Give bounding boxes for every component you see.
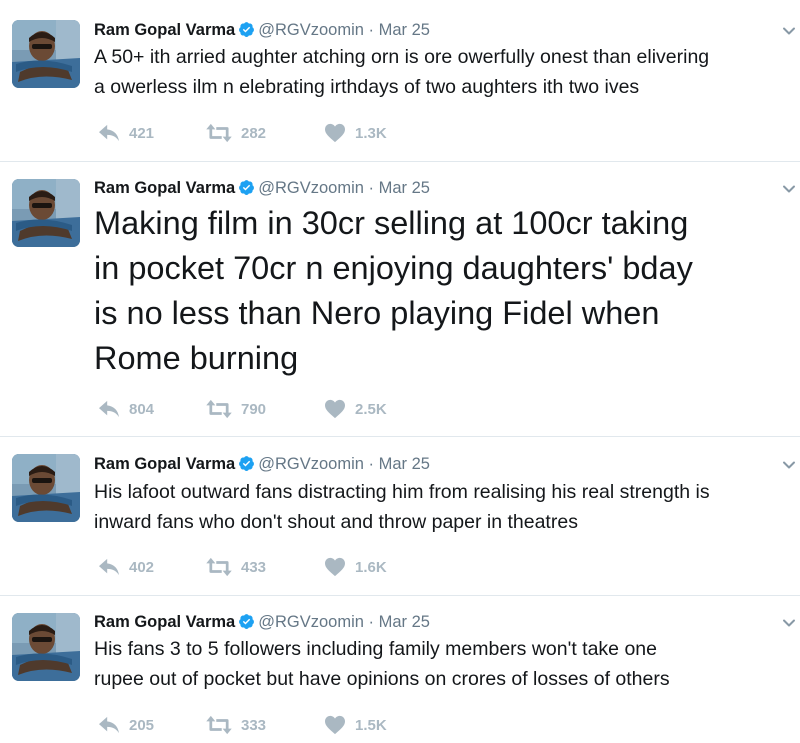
like-button[interactable]: 2.5K	[324, 398, 387, 420]
tweet-text-line: A 50+ ith arried aughter atching orn is …	[94, 46, 710, 68]
separator-dot: ·	[368, 613, 375, 631]
tweet-date[interactable]: Mar 25	[379, 613, 430, 631]
retweet-count: 333	[241, 716, 267, 734]
separator-dot: ·	[368, 21, 375, 39]
tweet-text: A 50+ ith arried aughter atching orn is …	[94, 42, 800, 102]
author-handle[interactable]: @RGVzoomin	[258, 455, 364, 473]
avatar[interactable]	[12, 613, 80, 681]
tweet[interactable]: Ram Gopal Varma @RGVzoomin · Mar 25 A 50+…	[0, 0, 800, 160]
heart-icon	[324, 557, 346, 577]
like-count: 1.3K	[355, 124, 387, 142]
avatar[interactable]	[12, 20, 80, 88]
like-button[interactable]: 1.3K	[324, 122, 387, 144]
retweet-button[interactable]: 790	[206, 398, 266, 420]
tweet-text-line: rupee out of pocket but have opinions on…	[94, 668, 670, 690]
tweet-text-line: is no less than Nero playing Fidel when	[94, 295, 660, 331]
reply-button[interactable]: 205	[98, 714, 154, 736]
verified-badge-icon	[238, 613, 255, 630]
heart-icon	[324, 715, 346, 735]
author-name[interactable]: Ram Gopal Varma	[94, 455, 235, 473]
tweet-text-line: inward fans who don't shout and throw pa…	[94, 511, 578, 533]
reply-count: 421	[129, 124, 155, 142]
author-name[interactable]: Ram Gopal Varma	[94, 179, 235, 197]
reply-count: 402	[129, 558, 155, 576]
tweet-actions: 402 433 1.6K	[94, 556, 494, 578]
tweet-text-line: Rome burning	[94, 340, 299, 376]
author-name[interactable]: Ram Gopal Varma	[94, 21, 235, 39]
tweet[interactable]: Ram Gopal Varma @RGVzoomin · Mar 25 Makin…	[0, 162, 800, 436]
tweet-text: His lafoot outward fans distracting him …	[94, 477, 800, 537]
tweet-text-line: in pocket 70cr n enjoying daughters' bda…	[94, 250, 693, 286]
reply-icon	[98, 123, 120, 143]
tweet-text-line: a owerless ilm n elebrating irthdays of …	[94, 76, 640, 98]
like-button[interactable]: 1.5K	[324, 714, 387, 736]
reply-button[interactable]: 402	[98, 556, 154, 578]
tweet-text: Making film in 30cr selling at 100cr tak…	[94, 201, 800, 381]
reply-icon	[98, 557, 120, 577]
like-count: 1.5K	[355, 716, 387, 734]
separator-dot: ·	[368, 179, 375, 197]
avatar[interactable]	[12, 179, 80, 247]
author-handle[interactable]: @RGVzoomin	[258, 179, 364, 197]
verified-badge-icon	[238, 21, 255, 38]
retweet-count: 282	[241, 124, 267, 142]
chevron-down-icon[interactable]	[782, 182, 796, 196]
retweet-button[interactable]: 433	[206, 556, 266, 578]
tweet-header: Ram Gopal Varma @RGVzoomin · Mar 25	[94, 19, 430, 41]
retweet-icon	[206, 399, 232, 419]
verified-badge-icon	[238, 455, 255, 472]
like-count: 2.5K	[355, 400, 387, 418]
chevron-down-icon[interactable]	[782, 24, 796, 38]
reply-count: 205	[129, 716, 155, 734]
tweet-text-line: His lafoot outward fans distracting him …	[94, 481, 710, 503]
tweet-text-line: His fans 3 to 5 followers including fami…	[94, 638, 657, 660]
heart-icon	[324, 123, 346, 143]
like-button[interactable]: 1.6K	[324, 556, 387, 578]
chevron-down-icon[interactable]	[782, 616, 796, 630]
tweet-date[interactable]: Mar 25	[379, 179, 430, 197]
retweet-icon	[206, 123, 232, 143]
tweet-header: Ram Gopal Varma @RGVzoomin · Mar 25	[94, 453, 430, 475]
tweet-actions: 804 790 2.5K	[94, 398, 494, 420]
retweet-icon	[206, 557, 232, 577]
separator-dot: ·	[368, 455, 375, 473]
tweet-date[interactable]: Mar 25	[379, 455, 430, 473]
chevron-down-icon[interactable]	[782, 458, 796, 472]
retweet-icon	[206, 715, 232, 735]
avatar[interactable]	[12, 454, 80, 522]
tweet-text: His fans 3 to 5 followers including fami…	[94, 634, 800, 694]
verified-badge-icon	[238, 179, 255, 196]
reply-button[interactable]: 421	[98, 122, 154, 144]
tweet-text-line: Making film in 30cr selling at 100cr tak…	[94, 205, 689, 241]
tweet[interactable]: Ram Gopal Varma @RGVzoomin · Mar 25 His f…	[0, 596, 800, 743]
reply-icon	[98, 399, 120, 419]
author-name[interactable]: Ram Gopal Varma	[94, 613, 235, 631]
tweet-actions: 205 333 1.5K	[94, 714, 494, 736]
reply-icon	[98, 715, 120, 735]
tweet-header: Ram Gopal Varma @RGVzoomin · Mar 25	[94, 177, 430, 199]
retweet-button[interactable]: 333	[206, 714, 266, 736]
retweet-button[interactable]: 282	[206, 122, 266, 144]
tweet[interactable]: Ram Gopal Varma @RGVzoomin · Mar 25 His l…	[0, 437, 800, 595]
tweet-date[interactable]: Mar 25	[379, 21, 430, 39]
tweet-actions: 421 282 1.3K	[94, 122, 494, 144]
author-handle[interactable]: @RGVzoomin	[258, 613, 364, 631]
like-count: 1.6K	[355, 558, 387, 576]
retweet-count: 790	[241, 400, 267, 418]
tweet-header: Ram Gopal Varma @RGVzoomin · Mar 25	[94, 611, 430, 633]
retweet-count: 433	[241, 558, 267, 576]
heart-icon	[324, 399, 346, 419]
reply-button[interactable]: 804	[98, 398, 154, 420]
reply-count: 804	[129, 400, 155, 418]
author-handle[interactable]: @RGVzoomin	[258, 21, 364, 39]
